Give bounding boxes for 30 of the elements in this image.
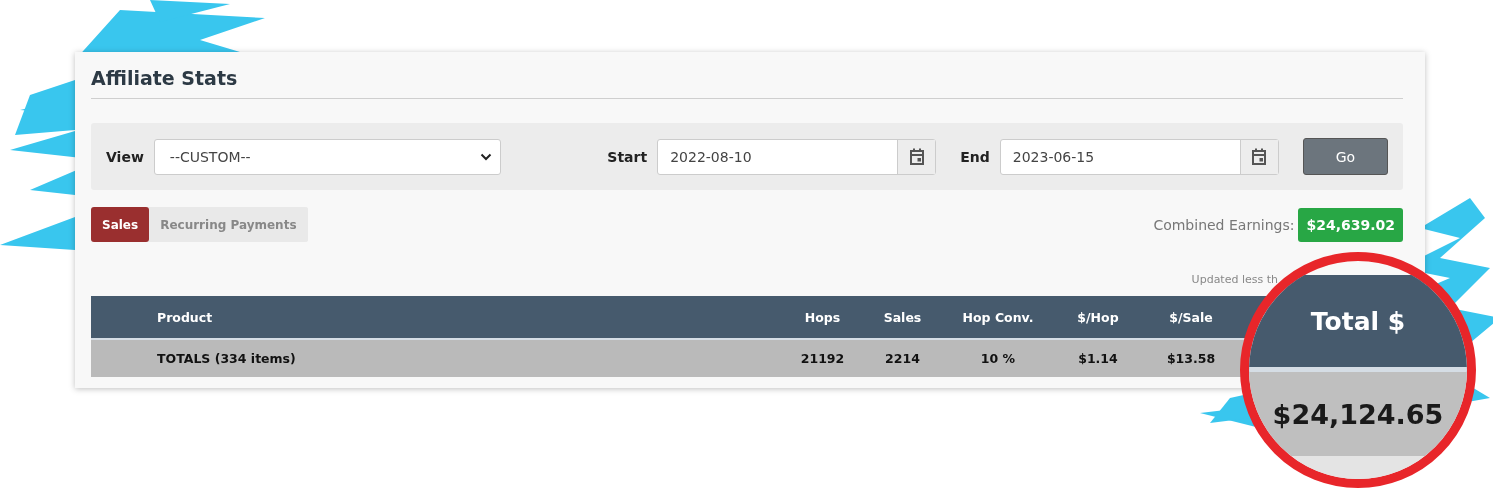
view-select[interactable]: --CUSTOM-- <box>153 138 502 175</box>
view-label: View <box>106 148 144 165</box>
calendar-icon <box>1251 147 1268 166</box>
start-date-field[interactable]: 2022-08-10 <box>657 138 937 175</box>
table-cell-text: 10 % <box>979 351 1017 366</box>
updated-note: Updated less th <box>1191 273 1278 286</box>
column-header: Hop Conv. <box>961 309 1035 325</box>
column-header: $/Hop <box>1076 309 1120 325</box>
earnings-badge: $24,639.02 <box>1298 207 1403 242</box>
page-title: Affiliate Stats <box>91 66 239 91</box>
end-label: End <box>960 148 990 165</box>
column-header: $/Sale <box>1168 309 1214 325</box>
table-cell-text: $13.58 <box>1165 351 1217 366</box>
table-cell-text: 21192 <box>799 351 846 366</box>
table-cell-text: $1.14 <box>1077 351 1119 366</box>
go-button[interactable]: Go <box>1302 138 1388 175</box>
start-label: Start <box>607 148 648 165</box>
column-header: Hops <box>803 309 842 325</box>
calendar-button[interactable] <box>897 139 936 174</box>
calendar-button[interactable] <box>1239 139 1278 174</box>
table-cell-text: TOTALS (334 items) <box>156 351 297 366</box>
end-date-field[interactable]: 2023-06-15 <box>999 138 1279 175</box>
combined-earnings-label: Combined Earnings: <box>1153 216 1295 233</box>
table-cell: $24,124.65 <box>1249 372 1467 456</box>
column-header: Product <box>156 309 214 325</box>
chevron-down-icon <box>480 152 493 161</box>
tab[interactable]: Sales <box>91 207 150 242</box>
calendar-icon <box>908 147 925 166</box>
table-cell-text: 2214 <box>884 351 921 366</box>
column-header: Sales <box>882 309 923 325</box>
